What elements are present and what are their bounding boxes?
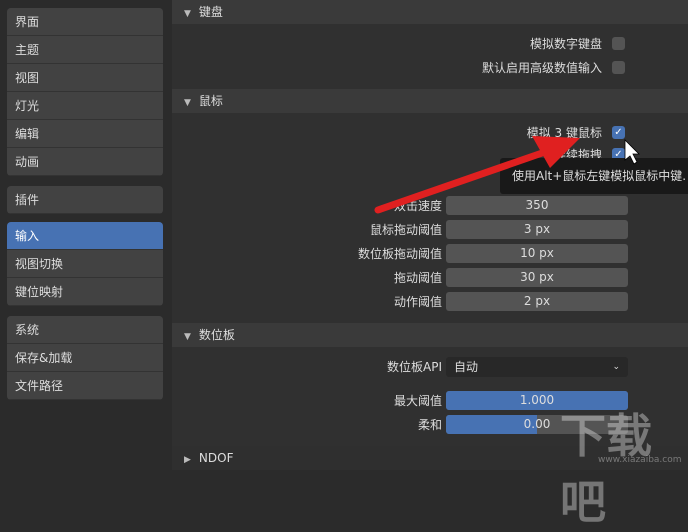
watermark-url: www.xiazaiba.com	[598, 455, 682, 465]
mouse-cursor-icon	[624, 139, 640, 165]
red-arrow-annotation	[374, 136, 640, 214]
watermark-logo: 下载吧	[560, 409, 652, 529]
